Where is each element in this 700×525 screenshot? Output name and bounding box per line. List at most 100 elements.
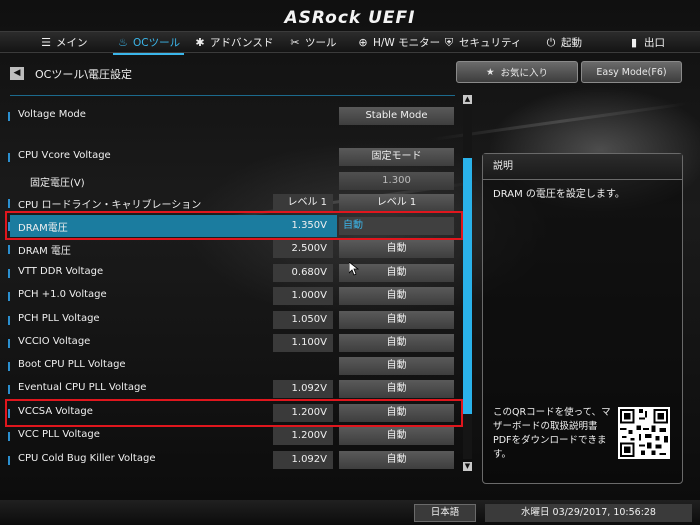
setting-row-pch-10[interactable]: PCH +1.0 Voltage 1.000V 自動 — [8, 285, 460, 307]
current-value: レベル 1 — [273, 194, 333, 212]
qr-caption: このQRコードを使って、マザーボードの取扱説明書PDFをダウンロードできます。 — [493, 407, 611, 460]
setting-row-voltage-mode[interactable]: Voltage Mode Stable Mode — [8, 105, 460, 127]
setting-label: DRAM 電圧 — [18, 246, 71, 257]
monitor-icon: ⊕ — [358, 36, 368, 49]
favorites-label: お気に入り — [500, 68, 549, 79]
nav-label: OCツール — [133, 37, 181, 49]
star-icon: ★ — [485, 66, 495, 78]
row-bullet — [8, 245, 10, 254]
scroll-up-arrow-icon[interactable]: ▲ — [463, 95, 472, 104]
current-value: 0.680V — [273, 264, 333, 282]
current-value: 1.100V — [273, 334, 333, 352]
setting-label: 固定電圧(V) — [30, 178, 85, 189]
description-text: DRAM の電圧を設定します。 — [493, 189, 625, 200]
setting-row-cpu-vcore[interactable]: CPU Vcore Voltage 固定モード — [8, 146, 460, 168]
current-value: 1.050V — [273, 311, 333, 329]
current-value: 1.092V — [273, 380, 333, 398]
mouse-cursor-icon — [349, 262, 359, 276]
setting-option[interactable]: 自動 — [339, 451, 454, 469]
row-bullet — [8, 199, 10, 208]
brand-logo: ASRock UEFI — [284, 8, 416, 28]
row-bullet — [8, 362, 10, 371]
tools-icon: ✂ — [290, 36, 300, 49]
setting-label: CPU Vcore Voltage — [18, 150, 111, 161]
setting-option[interactable]: Stable Mode — [339, 107, 454, 125]
divider — [10, 95, 455, 96]
nav-label: アドバンスド — [210, 37, 274, 49]
row-bullet — [8, 316, 10, 325]
setting-option[interactable]: 自動 — [339, 427, 454, 445]
language-button[interactable]: 日本語 — [414, 504, 476, 522]
exit-icon: ▮ — [630, 36, 638, 49]
nav-security[interactable]: ⛨ セキュリティ — [443, 32, 522, 53]
setting-row-eventual-cpu-pll[interactable]: Eventual CPU PLL Voltage 1.092V 自動 — [8, 378, 460, 400]
back-button[interactable]: ◀ — [10, 67, 24, 80]
favorites-button[interactable]: ★ お気に入り — [456, 61, 578, 83]
setting-label: CPU Cold Bug Killer Voltage — [18, 453, 156, 464]
setting-option[interactable]: 自動 — [339, 334, 454, 352]
nav-main[interactable]: ☰ メイン — [40, 32, 88, 53]
setting-row-vtt-ddr[interactable]: VTT DDR Voltage 0.680V 自動 — [8, 262, 460, 284]
nav-hw-monitor[interactable]: ⊕ H/W モニター — [357, 32, 440, 53]
highlight-box-vccsa — [5, 399, 463, 427]
flame-icon: ♨ — [118, 36, 128, 49]
setting-label: VCC PLL Voltage — [18, 429, 100, 440]
nav-boot[interactable]: ⏻ 起動 — [545, 32, 582, 53]
row-bullet — [8, 112, 10, 121]
setting-option[interactable]: 固定モード — [339, 148, 454, 166]
nav-oc-tools[interactable]: ♨ OCツール — [112, 32, 185, 55]
setting-option[interactable]: 自動 — [339, 311, 454, 329]
setting-option[interactable]: 自動 — [339, 380, 454, 398]
scroll-down-arrow-icon[interactable]: ▼ — [463, 462, 472, 471]
setting-option[interactable]: レベル 1 — [339, 194, 454, 212]
qr-code-icon — [618, 407, 670, 459]
nav-advanced[interactable]: ✱ アドバンスド — [194, 32, 273, 53]
setting-label: Boot CPU PLL Voltage — [18, 359, 126, 370]
nav-label: ツール — [305, 37, 337, 49]
easy-mode-label: Easy Mode(F6) — [596, 66, 667, 78]
current-value: 1.000V — [273, 287, 333, 305]
setting-row-cold-bug-killer[interactable]: CPU Cold Bug Killer Voltage 1.092V 自動 — [8, 449, 460, 471]
row-bullet — [8, 153, 10, 162]
current-value: 2.500V — [273, 240, 333, 258]
setting-label: Eventual CPU PLL Voltage — [18, 382, 147, 393]
setting-row-vcc-pll[interactable]: VCC PLL Voltage 1.200V 自動 — [8, 425, 460, 447]
shield-icon: ⛨ — [444, 35, 454, 49]
setting-row-fixed-voltage[interactable]: 固定電圧(V) 1.300 — [10, 170, 460, 192]
setting-row-boot-cpu-pll[interactable]: Boot CPU PLL Voltage 自動 — [8, 355, 460, 377]
setting-label: PCH PLL Voltage — [18, 313, 100, 324]
nav-tools[interactable]: ✂ ツール — [289, 32, 337, 53]
setting-option[interactable]: 自動 — [339, 287, 454, 305]
highlight-box-dram — [5, 211, 463, 240]
current-value: 1.200V — [273, 427, 333, 445]
nav-label: 起動 — [561, 37, 582, 49]
nav-label: H/W モニター — [373, 37, 441, 49]
setting-option[interactable]: 1.300 — [339, 172, 454, 190]
setting-option[interactable]: 自動 — [339, 357, 454, 375]
description-panel: 説明 DRAM の電圧を設定します。 このQRコードを使って、マザーボードの取扱… — [482, 153, 683, 484]
setting-row-dram-vpp[interactable]: DRAM 電圧 2.500V 自動 — [8, 238, 460, 260]
star-icon: ✱ — [195, 36, 205, 49]
description-title: 説明 — [483, 154, 682, 180]
top-nav: ☰ メイン ♨ OCツール ✱ アドバンスド ✂ ツール ⊕ H/W モニター … — [0, 31, 700, 55]
setting-label: VTT DDR Voltage — [18, 266, 104, 277]
setting-row-pch-pll[interactable]: PCH PLL Voltage 1.050V 自動 — [8, 309, 460, 331]
easy-mode-button[interactable]: Easy Mode(F6) — [581, 61, 682, 83]
row-bullet — [8, 269, 10, 278]
setting-row-vccio[interactable]: VCCIO Voltage 1.100V 自動 — [8, 332, 460, 354]
datetime-display: 水曜日 03/29/2017, 10:56:28 — [485, 504, 692, 522]
nav-exit[interactable]: ▮ 出口 — [628, 32, 665, 53]
nav-label: メイン — [56, 37, 88, 49]
setting-label: PCH +1.0 Voltage — [18, 289, 107, 300]
setting-label: CPU ロードライン・キャリブレーション — [18, 200, 202, 211]
setting-option[interactable]: 自動 — [339, 240, 454, 258]
breadcrumb: OCツール\電圧設定 — [35, 68, 133, 81]
list-icon: ☰ — [41, 36, 51, 49]
setting-label: Voltage Mode — [18, 109, 86, 120]
power-icon: ⏻ — [546, 35, 556, 49]
row-bullet — [8, 385, 10, 394]
scrollbar-thumb[interactable] — [463, 158, 472, 414]
row-bullet — [8, 339, 10, 348]
nav-label: セキュリティ — [459, 37, 522, 49]
current-value: 1.092V — [273, 451, 333, 469]
